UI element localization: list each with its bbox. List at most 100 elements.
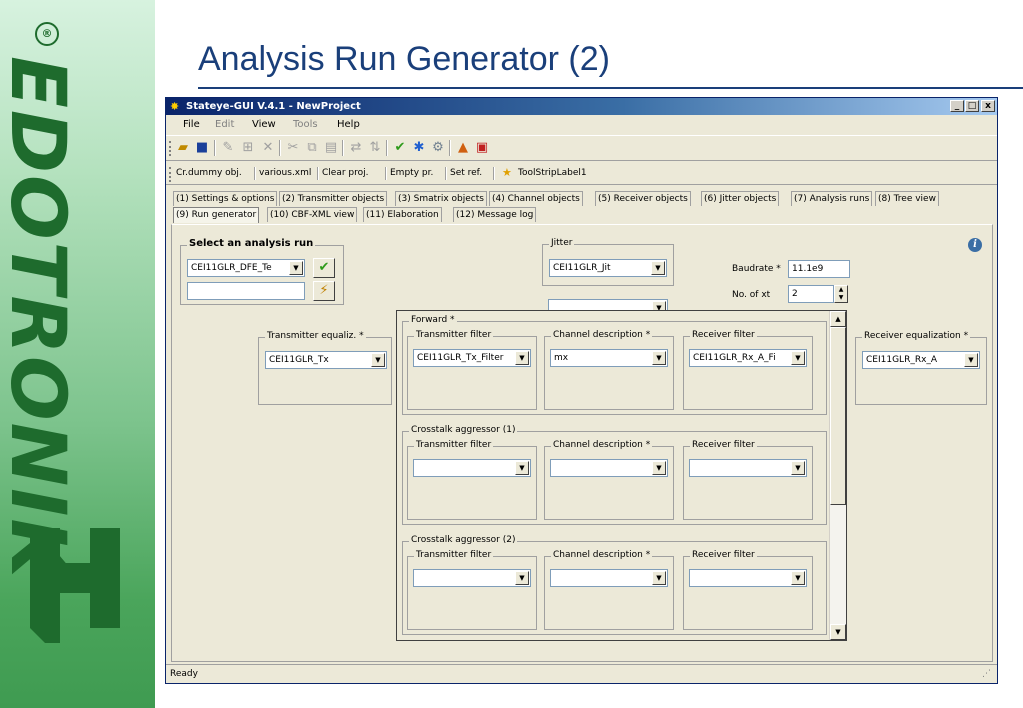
status-text: Ready [170, 669, 198, 679]
various-xml-button[interactable]: various.xml [259, 168, 311, 178]
tab-analysis-runs[interactable]: (7) Analysis runs [791, 191, 873, 206]
document-icon[interactable]: ▣ [473, 140, 491, 156]
chevron-down-icon[interactable]: ▼ [371, 353, 385, 367]
xt1-tx-filter-label: Transmitter filter [414, 440, 494, 450]
menu-view[interactable]: View [252, 119, 276, 130]
tab-receiver-objects[interactable]: (5) Receiver objects [595, 191, 691, 206]
xt1-channel-combo[interactable]: ▼ [550, 459, 668, 477]
delete-icon[interactable]: ✕ [259, 140, 277, 156]
network-icon[interactable]: ⊞ [239, 140, 257, 156]
chevron-down-icon[interactable]: ▼ [515, 351, 529, 365]
maximize-button[interactable]: □ [965, 100, 979, 112]
minimize-button[interactable]: _ [950, 100, 964, 112]
cut-icon[interactable]: ✂ [284, 140, 302, 156]
tab-smatrix-objects[interactable]: (3) Smatrix objects [395, 191, 487, 206]
window-titlebar[interactable]: ✸ Stateye-GUI V.4.1 - NewProject _ □ x [166, 98, 997, 115]
rx-equaliz-label: Receiver equalization * [862, 331, 971, 341]
confirm-run-button[interactable]: ✔ [313, 258, 335, 278]
star-icon[interactable]: ✱ [410, 140, 428, 156]
pen-icon[interactable]: ✎ [219, 140, 237, 156]
toolbar-separator [386, 140, 388, 156]
strip-grip[interactable] [169, 167, 173, 182]
xt1-channel-label: Channel description * [551, 440, 653, 450]
tab-message-log[interactable]: (12) Message log [453, 207, 537, 222]
scroll-up-icon[interactable]: ▲ [830, 311, 846, 327]
noxt-stepper[interactable]: ▲ ▼ [834, 285, 848, 303]
save-icon[interactable]: ■ [193, 140, 211, 156]
scroll-thumb[interactable] [830, 327, 846, 505]
noxt-label: No. of xt [732, 290, 771, 300]
vertical-scrollbar[interactable]: ▲ ▼ [829, 311, 846, 640]
menu-tools[interactable]: Tools [293, 119, 318, 130]
tx-equaliz-group: Transmitter equaliz. * CEI11GLR_Tx ▼ [258, 331, 392, 405]
xt2-rx-filter-combo[interactable]: ▼ [689, 569, 807, 587]
xt2-tx-filter-combo[interactable]: ▼ [413, 569, 531, 587]
fwd-rx-filter-combo[interactable]: CEI11GLR_Rx_A_Fi ▼ [689, 349, 807, 367]
dummy-obj-button[interactable]: Cr.dummy obj. [176, 168, 242, 178]
tab-elaboration[interactable]: (11) Elaboration [363, 207, 442, 222]
jitter-combo[interactable]: CEI11GLR_Jit ▼ [549, 259, 667, 277]
tab-jitter-objects[interactable]: (6) Jitter objects [701, 191, 780, 206]
sort-icon[interactable]: ⇅ [366, 140, 384, 156]
tx-equaliz-combo[interactable]: CEI11GLR_Tx ▼ [265, 351, 387, 369]
compare-icon[interactable]: ⇄ [347, 140, 365, 156]
tool-strip: Cr.dummy obj. various.xml Clear proj. Em… [166, 163, 997, 185]
chevron-down-icon[interactable]: ▼ [791, 351, 805, 365]
select-run-label: Select an analysis run [187, 238, 316, 249]
copy-icon[interactable]: ⧉ [303, 140, 321, 156]
xt2-rx-filter-group: Receiver filter ▼ [683, 550, 813, 630]
xt1-channel-group: Channel description * ▼ [544, 440, 674, 520]
check-icon[interactable]: ✔ [391, 140, 409, 156]
chevron-down-icon[interactable]: ▼ [791, 571, 805, 585]
app-window: ✸ Stateye-GUI V.4.1 - NewProject _ □ x F… [165, 97, 998, 684]
clear-proj-button[interactable]: Clear proj. [322, 168, 368, 178]
menu-edit[interactable]: Edit [215, 119, 234, 130]
chevron-down-icon[interactable]: ▼ [515, 461, 529, 475]
chevron-down-icon[interactable]: ▼ [651, 261, 665, 275]
close-button[interactable]: x [981, 100, 995, 112]
open-folder-icon[interactable]: ▰ [174, 140, 192, 156]
chevron-down-icon[interactable]: ▼ [964, 353, 978, 367]
tab-settings-options[interactable]: (1) Settings & options [173, 191, 278, 206]
xt1-tx-filter-combo[interactable]: ▼ [413, 459, 531, 477]
xt2-label: Crosstalk aggressor (2) [409, 535, 518, 545]
chevron-down-icon[interactable]: ▼ [791, 461, 805, 475]
chevron-down-icon[interactable]: ▼ [289, 261, 303, 275]
xt2-tx-filter-label: Transmitter filter [414, 550, 494, 560]
tab-channel-objects[interactable]: (4) Channel objects [489, 191, 583, 206]
run-name-input[interactable] [187, 282, 305, 300]
scroll-down-icon[interactable]: ▼ [830, 624, 846, 640]
fwd-channel-combo[interactable]: mx ▼ [550, 349, 668, 367]
resize-grip-icon[interactable]: ⋰ [982, 665, 991, 683]
tab-run-generator[interactable]: (9) Run generator [173, 207, 260, 223]
rx-equaliz-combo[interactable]: CEI11GLR_Rx_A ▼ [862, 351, 980, 369]
info-icon[interactable]: i [968, 238, 982, 252]
noxt-input[interactable]: 2 [788, 285, 834, 303]
chevron-down-icon[interactable]: ▼ [652, 461, 666, 475]
chevron-down-icon[interactable]: ▼ [652, 571, 666, 585]
generate-run-button[interactable]: ⚡ [313, 281, 335, 301]
menu-bar: File Edit View Tools Help [166, 115, 997, 135]
baudrate-input[interactable]: 11.1e9 [788, 260, 850, 278]
xt1-tx-filter-group: Transmitter filter ▼ [407, 440, 537, 520]
xt1-rx-filter-label: Receiver filter [690, 440, 757, 450]
set-ref-button[interactable]: Set ref. [450, 168, 482, 178]
filter-scroll-panel[interactable]: Forward * Transmitter filter CEI11GLR_Tx… [396, 310, 847, 641]
menu-file[interactable]: File [183, 119, 200, 130]
menu-help[interactable]: Help [337, 119, 360, 130]
xt2-channel-combo[interactable]: ▼ [550, 569, 668, 587]
chevron-down-icon[interactable]: ▼ [515, 571, 529, 585]
tab-tree-view[interactable]: (8) Tree view [875, 191, 939, 206]
gear-icon[interactable]: ⚙ [429, 140, 447, 156]
xt1-rx-filter-combo[interactable]: ▼ [689, 459, 807, 477]
chevron-down-icon[interactable]: ▼ [652, 351, 666, 365]
matlab-icon[interactable]: ▲ [454, 140, 472, 156]
fwd-tx-filter-combo[interactable]: CEI11GLR_Tx_Filter ▼ [413, 349, 531, 367]
tab-cbf-xml-view[interactable]: (10) CBF-XML view [267, 207, 358, 222]
rx-equaliz-group: Receiver equalization * CEI11GLR_Rx_A ▼ [855, 331, 987, 405]
toolbar-grip[interactable] [169, 141, 173, 156]
paste-icon[interactable]: ▤ [322, 140, 340, 156]
empty-pr-button[interactable]: Empty pr. [390, 168, 433, 178]
analysis-run-combo[interactable]: CEI11GLR_DFE_Te ▼ [187, 259, 305, 277]
tab-transmitter-objects[interactable]: (2) Transmitter objects [279, 191, 388, 206]
